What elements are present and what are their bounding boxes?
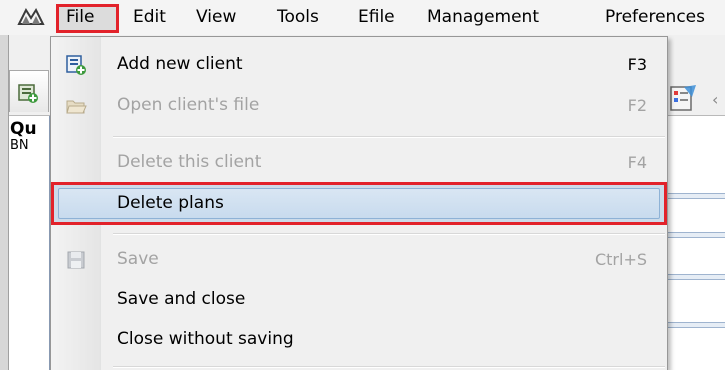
menu-item-label: Delete plans [117, 193, 224, 213]
menu-item-label: Delete this client [117, 152, 262, 172]
menu-item-add-new-client[interactable]: Add new client F3 [51, 48, 667, 81]
window-left-border [0, 35, 9, 370]
menu-management[interactable]: Management [427, 0, 539, 35]
menu-item-save: Save Ctrl+S [51, 243, 667, 276]
menu-separator [113, 136, 665, 138]
menu-item-shortcut: F4 [627, 153, 647, 172]
open-folder-icon [66, 100, 87, 114]
menu-item-label: Close without saving [117, 329, 294, 349]
menu-edit[interactable]: Edit [133, 0, 166, 35]
menu-item-delete-plans[interactable]: Delete plans [51, 182, 667, 225]
save-disk-icon [67, 251, 85, 269]
add-client-icon [66, 55, 86, 75]
menu-separator [113, 366, 665, 368]
menu-item-shortcut: Ctrl+S [594, 250, 647, 269]
panel-subtitle: BN [10, 138, 29, 153]
checklist-icon[interactable] [668, 83, 698, 113]
menu-efile[interactable]: Efile [358, 0, 395, 35]
menu-item-close-without-saving[interactable]: Close without saving [51, 323, 667, 356]
file-dropdown-menu: Add new client F3 Open client's file F2 … [50, 36, 668, 370]
menu-bar: File Edit View Tools Efile Management Pr… [0, 0, 725, 35]
menu-item-shortcut: F3 [627, 55, 647, 74]
scroll-arrow-icon[interactable]: ‹ [712, 90, 718, 109]
menu-item-label: Save [117, 249, 159, 269]
menu-separator [113, 233, 665, 235]
menu-item-label: Open client's file [117, 95, 260, 115]
menu-tools[interactable]: Tools [277, 0, 319, 35]
menu-item-delete-this-client: Delete this client F4 [51, 146, 667, 179]
menu-preferences[interactable]: Preferences [605, 0, 705, 35]
row-line [662, 274, 725, 280]
menu-view[interactable]: View [196, 0, 236, 35]
panel-title: Qu [10, 119, 37, 139]
row-line [662, 193, 725, 199]
menu-file[interactable]: File [66, 0, 94, 35]
menu-item-shortcut: F2 [627, 96, 647, 115]
menu-item-save-and-close[interactable]: Save and close [51, 283, 667, 316]
app-logo-icon [17, 7, 45, 25]
menu-item-label: Save and close [117, 289, 246, 309]
row-line [662, 232, 725, 238]
row-line [662, 322, 725, 328]
client-tab-icon [18, 84, 38, 103]
menu-item-label: Add new client [117, 54, 243, 74]
menu-item-open-client-file: Open client's file F2 [51, 89, 667, 122]
